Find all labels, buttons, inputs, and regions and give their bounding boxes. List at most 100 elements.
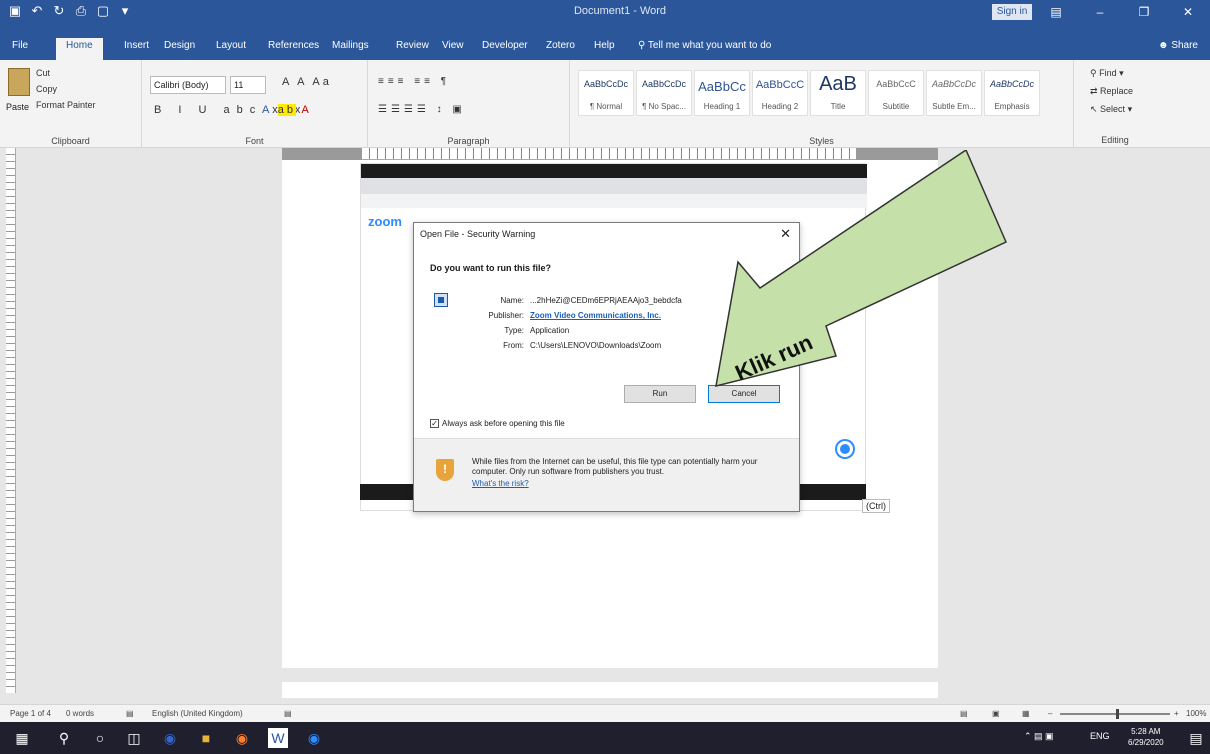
- close-button[interactable]: ✕: [1166, 0, 1210, 24]
- tray-icons[interactable]: ⌃ ▤ ▣: [1024, 731, 1054, 742]
- clock[interactable]: 5:28 AM 6/29/2020: [1128, 726, 1164, 748]
- zoom-out-icon[interactable]: –: [1048, 709, 1052, 718]
- zoom-in-icon[interactable]: +: [1174, 709, 1179, 718]
- style-subtitle[interactable]: AaBbCcC Subtitle: [868, 70, 924, 116]
- print-layout-icon[interactable]: ▣: [992, 709, 1000, 718]
- document-title: Document1 - Word: [573, 5, 667, 17]
- undo-icon[interactable]: ↶: [30, 3, 44, 19]
- read-mode-icon[interactable]: ▤: [960, 709, 968, 718]
- tab-file[interactable]: File: [12, 40, 28, 51]
- tab-developer[interactable]: Developer: [482, 40, 528, 51]
- sign-in-button[interactable]: Sign in: [992, 4, 1032, 20]
- font-name-select[interactable]: Calibri (Body): [150, 76, 226, 94]
- share-button[interactable]: ☻ Share: [1158, 40, 1198, 51]
- word-count[interactable]: 0 words: [66, 709, 94, 718]
- accessibility-icon[interactable]: ▤: [284, 709, 292, 718]
- clipboard-group: Paste Cut Copy Format Painter Clipboard: [0, 60, 142, 148]
- font-color-buttons[interactable]: A ab A: [262, 104, 312, 116]
- cut-button[interactable]: Cut: [36, 68, 50, 78]
- styles-label: Styles: [809, 136, 834, 146]
- maximize-button[interactable]: ❐: [1122, 0, 1166, 24]
- style-no-spacing[interactable]: AaBbCcDc ¶ No Spac...: [636, 70, 692, 116]
- web-layout-icon[interactable]: ▦: [1022, 709, 1030, 718]
- tab-home[interactable]: Home: [56, 38, 103, 60]
- search-icon[interactable]: ⚲: [54, 728, 74, 748]
- qat-dropdown-icon[interactable]: ▾: [118, 3, 132, 19]
- style-heading-1[interactable]: AaBbCc Heading 1: [694, 70, 750, 116]
- style-emphasis[interactable]: AaBbCcDc Emphasis: [984, 70, 1040, 116]
- clock-time: 5:28 AM: [1131, 727, 1161, 736]
- title-bar: ▣ ↶ ↻ ⎙ ▢ ▾ Document1 - Word Sign in ▤ –…: [0, 0, 1210, 24]
- notifications-icon[interactable]: ▤: [1186, 728, 1206, 748]
- page-count[interactable]: Page 1 of 4: [10, 709, 51, 718]
- annotation-arrow: Klik run: [715, 150, 1007, 388]
- zoom-app-icon[interactable]: ◉: [304, 728, 324, 748]
- format-painter-button[interactable]: Format Painter: [36, 100, 96, 110]
- quick-access-toolbar: ▣ ↶ ↻ ⎙ ▢ ▾: [8, 3, 132, 19]
- paragraph-group: ≡≡≡ ≡≡ ¶ ☰☰☰☰ ↕ ▣ Paragraph: [368, 60, 570, 148]
- zoom-slider-knob[interactable]: [1116, 709, 1119, 719]
- task-view-icon[interactable]: ◫: [124, 728, 144, 748]
- save-icon[interactable]: ▣: [8, 3, 22, 19]
- edge-browser-icon[interactable]: ◉: [160, 728, 180, 748]
- zoom-level[interactable]: 100%: [1186, 709, 1206, 718]
- preview-icon[interactable]: ▢: [96, 3, 110, 19]
- style-normal[interactable]: AaBbCcDc ¶ Normal: [578, 70, 634, 116]
- redo-icon[interactable]: ↻: [52, 3, 66, 19]
- paste-icon[interactable]: [8, 68, 30, 96]
- risk-link[interactable]: What's the risk?: [472, 479, 529, 488]
- style-subtle-emphasis[interactable]: AaBbCcDc Subtle Em...: [926, 70, 982, 116]
- style-title[interactable]: AaB Title: [810, 70, 866, 116]
- shield-warning-icon: !: [436, 459, 454, 481]
- zoom-slider[interactable]: [1060, 713, 1170, 715]
- vertical-ruler: [6, 148, 16, 693]
- publisher-link[interactable]: Zoom Video Communications, Inc.: [530, 311, 661, 320]
- style-heading-2[interactable]: AaBbCcC Heading 2: [752, 70, 808, 116]
- tab-layout[interactable]: Layout: [216, 40, 246, 51]
- minimize-button[interactable]: –: [1078, 0, 1122, 24]
- tell-me-search[interactable]: ⚲ Tell me what you want to do: [638, 40, 771, 51]
- align-buttons[interactable]: ☰☰☰☰ ↕ ▣: [378, 104, 466, 115]
- find-button[interactable]: ⚲ Find ▾: [1090, 68, 1124, 79]
- tab-mailings[interactable]: Mailings: [332, 40, 369, 51]
- tab-insert[interactable]: Insert: [124, 40, 149, 51]
- windows-start-icon[interactable]: ▦: [12, 728, 32, 748]
- lightbulb-icon: ⚲: [638, 40, 648, 51]
- replace-icon: ⇄: [1090, 86, 1101, 96]
- editing-label: Editing: [1101, 135, 1129, 145]
- tab-design[interactable]: Design: [164, 40, 195, 51]
- language-status[interactable]: English (United Kingdom): [152, 709, 243, 718]
- select-button[interactable]: ↖ Select ▾: [1090, 104, 1132, 115]
- font-grow-shrink[interactable]: A A Aa: [282, 76, 332, 88]
- tab-references[interactable]: References: [268, 40, 319, 51]
- word-app-icon[interactable]: W: [268, 728, 288, 748]
- ribbon-tabs: File Home Insert Design Layout Reference…: [0, 24, 1210, 60]
- taskbar: ▦ ⚲ ○ ◫ ◉ ■ ◉ W ◉ ⌃ ▤ ▣ ENG 5:28 AM 6/29…: [0, 722, 1210, 754]
- tab-view[interactable]: View: [442, 40, 464, 51]
- font-size-select[interactable]: 11: [230, 76, 266, 94]
- tab-review[interactable]: Review: [396, 40, 429, 51]
- cortana-icon[interactable]: ○: [90, 728, 110, 748]
- replace-button[interactable]: ⇄ Replace: [1090, 86, 1133, 97]
- paste-button[interactable]: Paste: [6, 102, 29, 112]
- print-icon[interactable]: ⎙: [74, 3, 88, 19]
- browser-app-icon[interactable]: ◉: [232, 728, 252, 748]
- paste-options-button[interactable]: (Ctrl): [862, 499, 890, 513]
- proofing-icon[interactable]: ▤: [126, 709, 134, 718]
- list-buttons[interactable]: ≡≡≡ ≡≡ ¶: [378, 76, 450, 87]
- tab-zotero[interactable]: Zotero: [546, 40, 575, 51]
- tab-help[interactable]: Help: [594, 40, 615, 51]
- ribbon-display-icon[interactable]: ▤: [1034, 0, 1078, 24]
- document-page-next[interactable]: [282, 682, 938, 698]
- status-bar: Page 1 of 4 0 words ▤ English (United Ki…: [0, 704, 1210, 722]
- dialog-footer: ! While files from the Internet can be u…: [414, 438, 799, 511]
- always-ask-checkbox[interactable]: ✓ Always ask before opening this file: [430, 419, 565, 428]
- warning-text: While files from the Internet can be use…: [472, 457, 758, 476]
- copy-button[interactable]: Copy: [36, 84, 57, 94]
- language-indicator[interactable]: ENG: [1090, 731, 1110, 741]
- file-explorer-icon[interactable]: ■: [196, 728, 216, 748]
- person-icon: ☻: [1158, 40, 1172, 51]
- zoom-launcher-icon: [837, 441, 853, 457]
- clipboard-label: Clipboard: [51, 136, 90, 146]
- zoom-logo: zoom: [368, 214, 402, 229]
